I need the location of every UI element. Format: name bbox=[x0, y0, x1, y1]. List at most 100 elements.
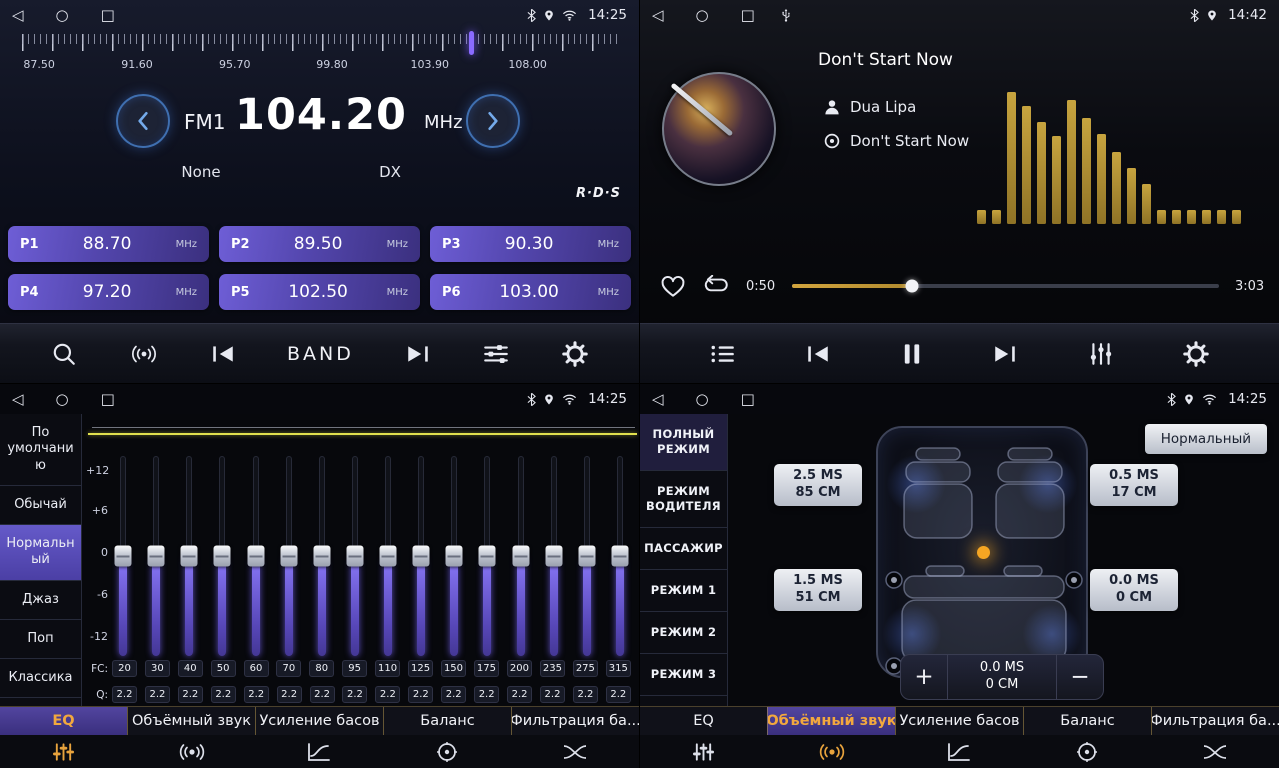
surround-mode-item[interactable]: РЕЖИМ 1 bbox=[640, 570, 727, 612]
broadcast-icon[interactable] bbox=[129, 342, 159, 366]
repeat-icon[interactable] bbox=[702, 275, 730, 297]
eq-band-slider[interactable] bbox=[112, 456, 134, 656]
eq-band-handle[interactable] bbox=[611, 546, 628, 567]
eq-band-handle[interactable] bbox=[479, 546, 496, 567]
previous-icon[interactable] bbox=[210, 343, 236, 365]
eq-band-slider[interactable] bbox=[543, 456, 565, 656]
eq-preset-item[interactable]: Классика bbox=[0, 659, 81, 698]
radio-preset-button[interactable]: P289.50MHz bbox=[219, 226, 420, 262]
radio-preset-button[interactable]: P497.20MHz bbox=[8, 274, 209, 310]
eq-band-slider[interactable] bbox=[443, 456, 465, 656]
recents-icon[interactable]: □ bbox=[101, 8, 115, 23]
eq-band-slider[interactable] bbox=[278, 456, 300, 656]
settings-gear-icon[interactable] bbox=[1183, 341, 1209, 367]
progress-slider[interactable] bbox=[792, 279, 1219, 293]
eq-tab-icon[interactable] bbox=[640, 742, 768, 762]
rear-left-delay-button[interactable]: 1.5 MS 51 CM bbox=[774, 569, 862, 611]
surround-mode-item[interactable]: РЕЖИМ 3 bbox=[640, 654, 727, 696]
recents-icon[interactable]: □ bbox=[101, 392, 115, 407]
audio-tab[interactable]: Усиление басов bbox=[255, 707, 383, 735]
mixer-icon[interactable] bbox=[1088, 342, 1114, 366]
eq-tab-icon[interactable] bbox=[0, 742, 128, 762]
recents-icon[interactable]: □ bbox=[741, 392, 755, 407]
surround-mode-item[interactable]: ПАССАЖИР bbox=[640, 528, 727, 570]
recents-icon[interactable]: □ bbox=[741, 8, 755, 23]
eq-band-slider[interactable] bbox=[609, 456, 631, 656]
radio-preset-button[interactable]: P188.70MHz bbox=[8, 226, 209, 262]
album-art[interactable] bbox=[662, 72, 776, 186]
front-left-delay-button[interactable]: 2.5 MS 85 CM bbox=[774, 464, 862, 506]
audio-tab[interactable]: Фильтрация ба... bbox=[511, 707, 639, 735]
back-icon[interactable]: ◁ bbox=[12, 392, 24, 407]
rear-right-delay-button[interactable]: 0.0 MS 0 CM bbox=[1090, 569, 1178, 611]
increase-delay-button[interactable]: + bbox=[901, 655, 947, 699]
crossover-tab-icon[interactable] bbox=[511, 743, 639, 761]
eq-band-handle[interactable] bbox=[545, 546, 562, 567]
audio-tab[interactable]: Объёмный звук bbox=[767, 707, 895, 735]
playlist-icon[interactable] bbox=[710, 344, 736, 364]
eq-preset-item[interactable]: Джаз bbox=[0, 581, 81, 620]
balance-tab-icon[interactable] bbox=[383, 741, 511, 763]
back-icon[interactable]: ◁ bbox=[652, 8, 664, 23]
surround-mode-item[interactable]: ПОЛНЫЙ РЕЖИМ bbox=[640, 414, 727, 471]
decrease-delay-button[interactable]: − bbox=[1057, 655, 1103, 699]
surround-tab-icon[interactable] bbox=[768, 743, 896, 761]
eq-band-handle[interactable] bbox=[512, 546, 529, 567]
eq-preset-item[interactable]: Поп bbox=[0, 620, 81, 659]
home-icon[interactable]: ○ bbox=[696, 8, 709, 23]
eq-band-handle[interactable] bbox=[181, 546, 198, 567]
pause-icon[interactable] bbox=[901, 342, 923, 366]
home-icon[interactable]: ○ bbox=[56, 8, 69, 23]
eq-band-handle[interactable] bbox=[115, 546, 132, 567]
home-icon[interactable]: ○ bbox=[56, 392, 69, 407]
eq-band-slider[interactable] bbox=[410, 456, 432, 656]
eq-band-slider[interactable] bbox=[311, 456, 333, 656]
frequency-scale[interactable]: 87.50 91.60 95.70 99.80 103.90 108.00 bbox=[8, 34, 631, 84]
favorite-heart-icon[interactable] bbox=[660, 275, 686, 298]
eq-band-handle[interactable] bbox=[214, 546, 231, 567]
eq-band-handle[interactable] bbox=[280, 546, 297, 567]
surround-mode-item[interactable]: РЕЖИМ 2 bbox=[640, 612, 727, 654]
listening-position-dot[interactable] bbox=[977, 546, 990, 559]
eq-band-slider[interactable] bbox=[344, 456, 366, 656]
audio-tab[interactable]: EQ bbox=[0, 707, 127, 735]
next-icon[interactable] bbox=[405, 343, 431, 365]
crossover-tab-icon[interactable] bbox=[1151, 743, 1279, 761]
search-icon[interactable] bbox=[51, 341, 77, 367]
audio-tab[interactable]: Баланс bbox=[383, 707, 511, 735]
back-icon[interactable]: ◁ bbox=[12, 8, 24, 23]
eq-band-handle[interactable] bbox=[346, 546, 363, 567]
eq-band-handle[interactable] bbox=[148, 546, 165, 567]
eq-preset-item[interactable]: По умолчанию bbox=[0, 414, 81, 486]
next-track-icon[interactable] bbox=[992, 343, 1018, 365]
radio-preset-button[interactable]: P5102.50MHz bbox=[219, 274, 420, 310]
eq-band-handle[interactable] bbox=[413, 546, 430, 567]
front-right-delay-button[interactable]: 0.5 MS 17 CM bbox=[1090, 464, 1178, 506]
eq-band-slider[interactable] bbox=[178, 456, 200, 656]
seek-up-button[interactable] bbox=[466, 94, 520, 148]
eq-preset-item[interactable]: Нормальный bbox=[0, 525, 81, 581]
eq-preset-item[interactable]: Обычай bbox=[0, 486, 81, 525]
audio-tab[interactable]: Фильтрация ба... bbox=[1151, 707, 1279, 735]
audio-tab[interactable]: Баланс bbox=[1023, 707, 1151, 735]
eq-band-slider[interactable] bbox=[510, 456, 532, 656]
bass-boost-tab-icon[interactable] bbox=[896, 742, 1024, 762]
eq-band-slider[interactable] bbox=[145, 456, 167, 656]
home-icon[interactable]: ○ bbox=[696, 392, 709, 407]
eq-band-handle[interactable] bbox=[313, 546, 330, 567]
settings-gear-icon[interactable] bbox=[562, 341, 588, 367]
audio-settings-icon[interactable] bbox=[482, 342, 510, 366]
sound-profile-button[interactable]: Нормальный bbox=[1145, 424, 1267, 454]
back-icon[interactable]: ◁ bbox=[652, 392, 664, 407]
eq-band-slider[interactable] bbox=[377, 456, 399, 656]
surround-mode-item[interactable]: РЕЖИМ ВОДИТЕЛЯ bbox=[640, 471, 727, 528]
audio-tab[interactable]: Объёмный звук bbox=[127, 707, 255, 735]
audio-tab[interactable]: Усиление басов bbox=[895, 707, 1023, 735]
radio-preset-button[interactable]: P390.30MHz bbox=[430, 226, 631, 262]
seek-down-button[interactable] bbox=[116, 94, 170, 148]
eq-band-handle[interactable] bbox=[578, 546, 595, 567]
eq-band-slider[interactable] bbox=[476, 456, 498, 656]
eq-band-slider[interactable] bbox=[245, 456, 267, 656]
eq-band-handle[interactable] bbox=[380, 546, 397, 567]
eq-band-handle[interactable] bbox=[446, 546, 463, 567]
